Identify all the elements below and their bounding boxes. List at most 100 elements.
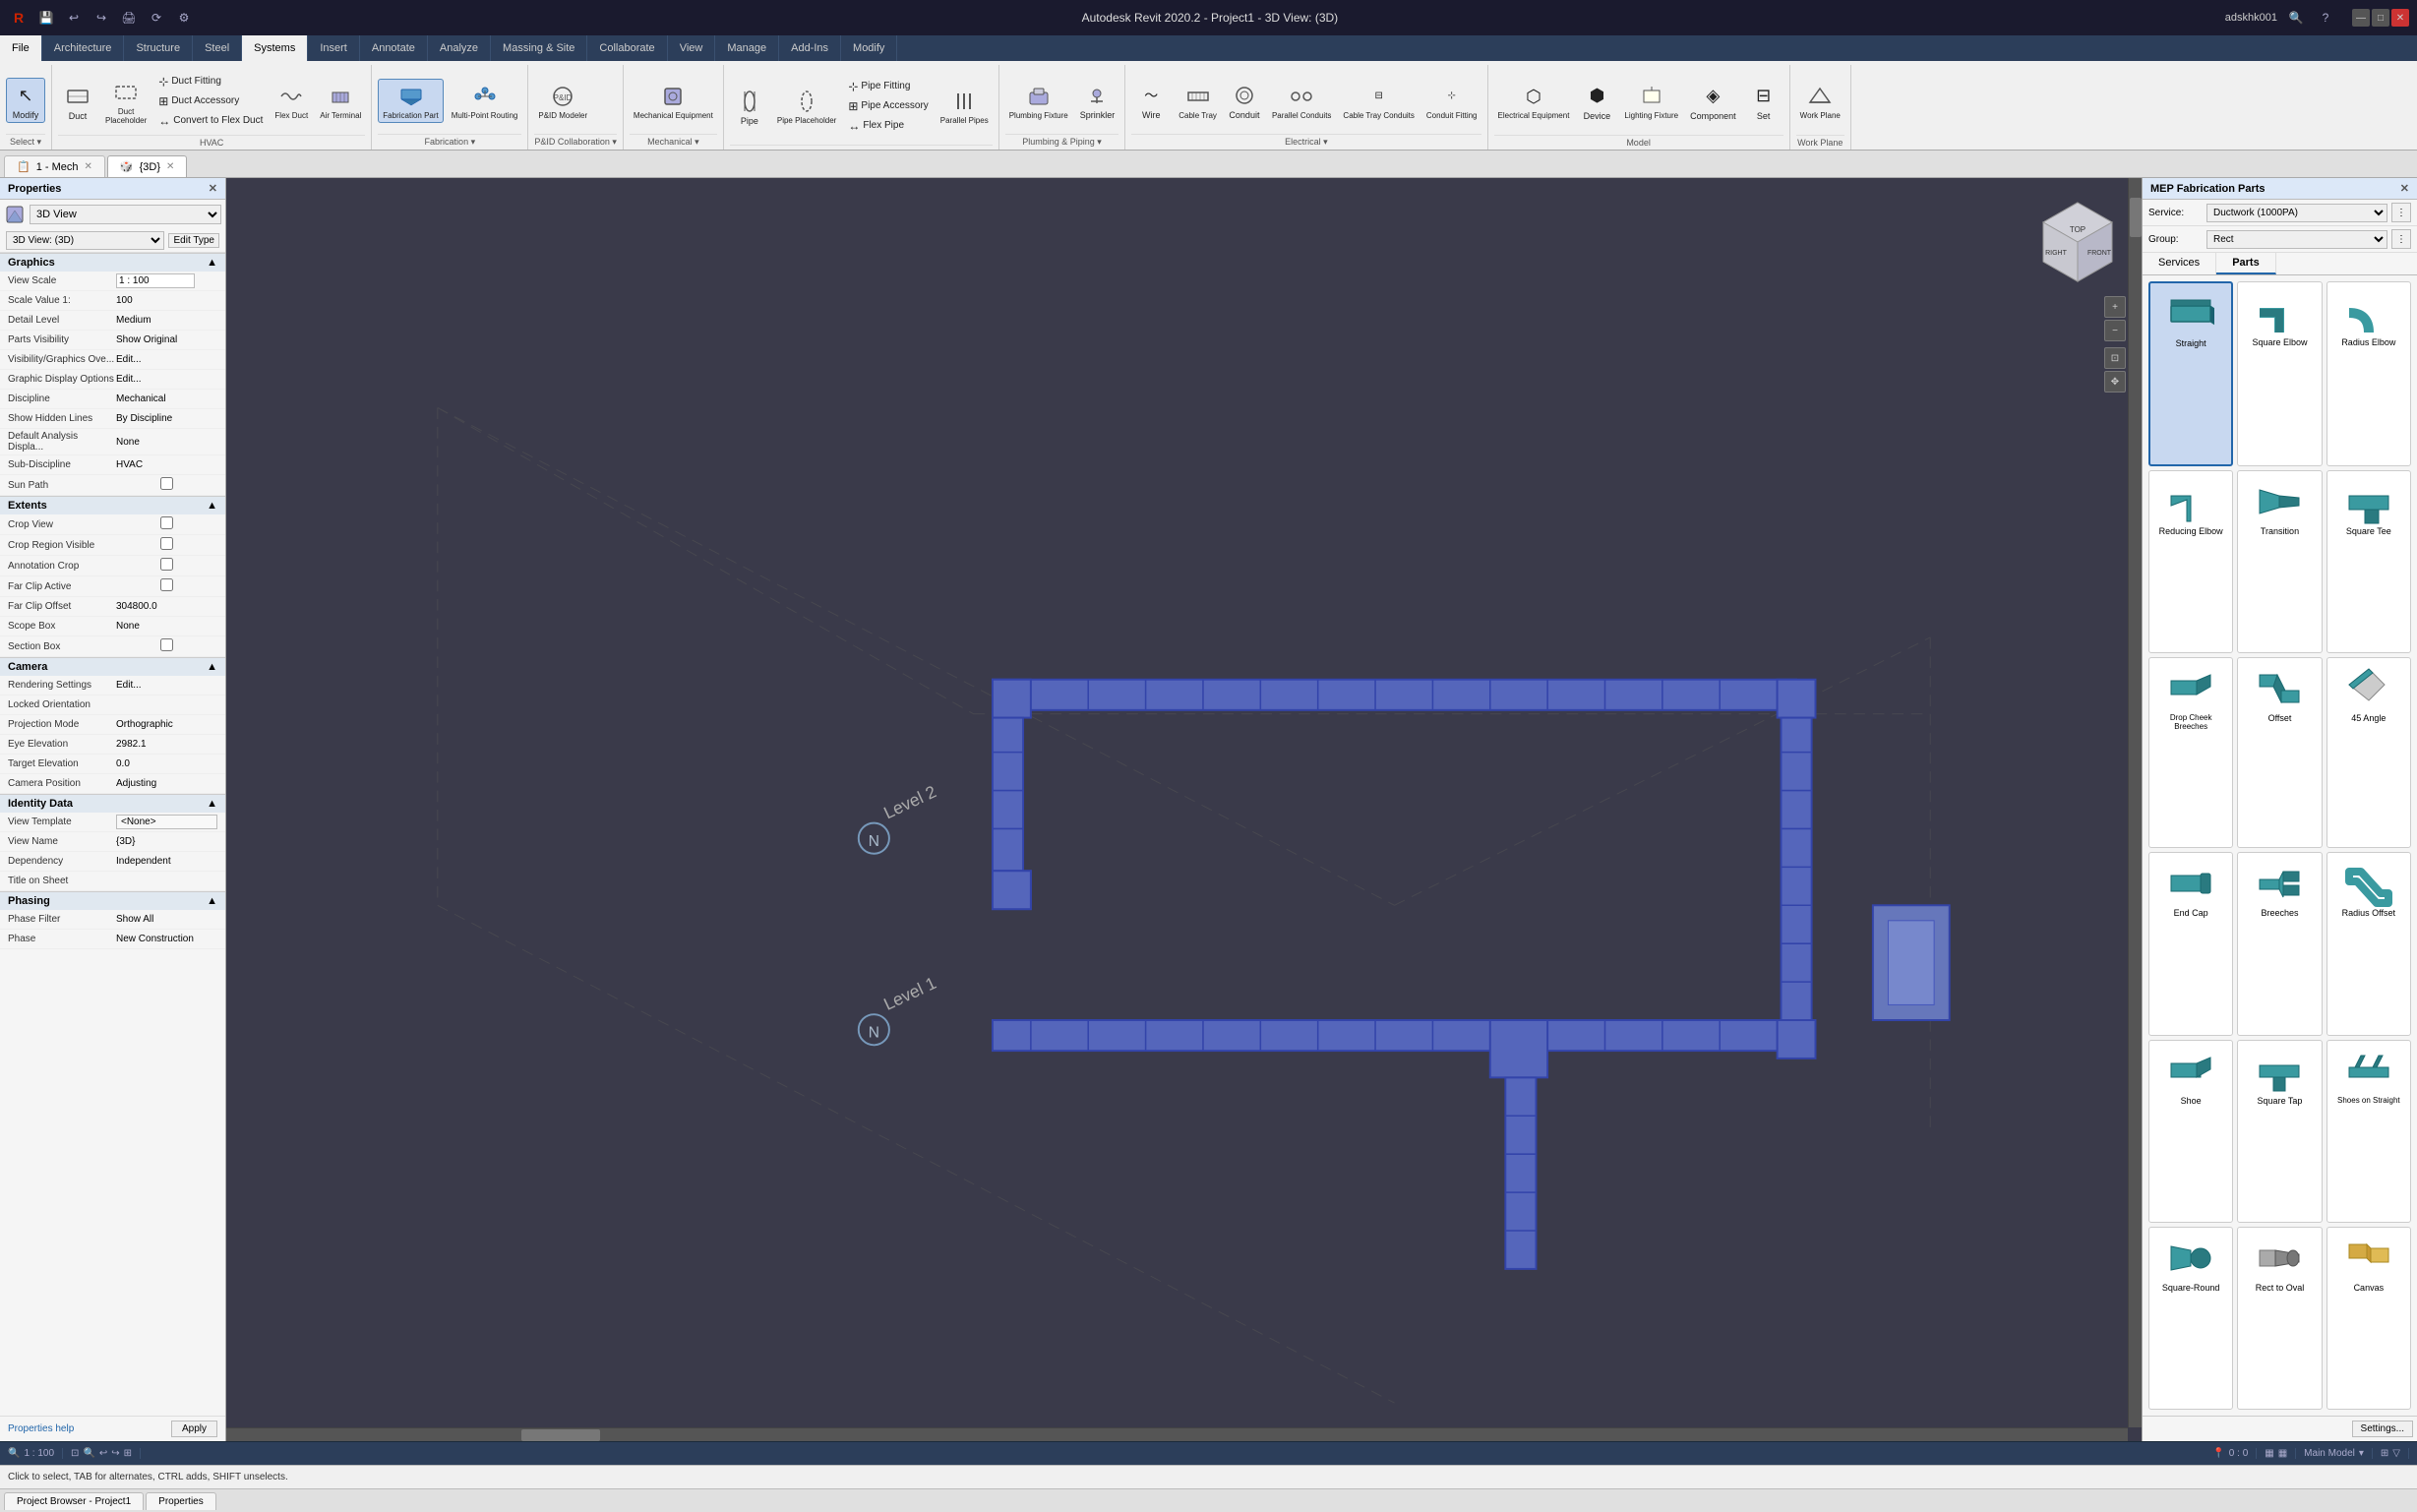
prop-section-extents-header[interactable]: Extents ▲ [0, 497, 225, 514]
tab-1-mech[interactable]: 📋 1 - Mech ✕ [4, 155, 105, 177]
tab-collaborate[interactable]: Collaborate [587, 35, 667, 61]
prop-section-camera-header[interactable]: Camera ▲ [0, 658, 225, 676]
sprinkler-btn[interactable]: Sprinkler [1076, 79, 1119, 122]
conduit-btn[interactable]: Conduit [1225, 79, 1264, 122]
parallel-conduits-btn[interactable]: Parallel Conduits [1268, 80, 1335, 122]
tab-3d[interactable]: 🎲 {3D} ✕ [107, 155, 188, 177]
mep-part-square-elbow[interactable]: Square Elbow [2237, 281, 2322, 466]
mep-tab-parts[interactable]: Parts [2216, 253, 2276, 274]
plumbing-fixture-btn[interactable]: Plumbing Fixture [1005, 80, 1072, 122]
workplane-btn[interactable]: Work Plane [1796, 80, 1844, 122]
far-clip-active-checkbox[interactable] [116, 578, 217, 591]
tab-analyze[interactable]: Analyze [428, 35, 491, 61]
nav-icon-2[interactable]: 🔍 [83, 1448, 94, 1459]
mep-tab-services[interactable]: Services [2143, 253, 2216, 274]
graphic-display-btn[interactable]: Edit... [116, 374, 217, 385]
properties-tab[interactable]: Properties [146, 1492, 216, 1510]
mep-group-btn[interactable]: ⋮ [2391, 229, 2411, 249]
mep-part-end-cap[interactable]: End Cap [2148, 852, 2233, 1035]
pipe-fitting-btn[interactable]: ⊹Pipe Fitting [844, 78, 932, 95]
settings-btn[interactable]: ⚙ [173, 7, 195, 29]
tab-modify[interactable]: Modify [841, 35, 897, 61]
convert-flex-btn[interactable]: ↔Convert to Flex Duct [154, 112, 267, 130]
crop-region-checkbox[interactable] [116, 537, 217, 550]
duct-btn[interactable]: Duct [58, 80, 97, 123]
parallel-pipes-btn[interactable]: Parallel Pipes [937, 85, 993, 127]
properties-help-link[interactable]: Properties help [8, 1423, 74, 1434]
far-clip-active-value[interactable] [116, 578, 217, 594]
rendering-settings-btn[interactable]: Edit... [116, 680, 217, 691]
mep-part-radius-elbow[interactable]: Radius Elbow [2326, 281, 2411, 466]
flex-pipe-btn[interactable]: ↔Flex Pipe [844, 117, 932, 135]
cable-tray-conduits-btn[interactable]: ⊟ Cable Tray Conduits [1339, 80, 1418, 122]
modify-btn[interactable]: ↖ Modify [6, 78, 45, 123]
mep-part-breeches[interactable]: Breeches [2237, 852, 2322, 1035]
pipe-placeholder-btn[interactable]: Pipe Placeholder [773, 85, 840, 127]
mep-part-45-angle[interactable]: 45 Angle [2326, 657, 2411, 848]
nav-icon-3[interactable]: ↩ [99, 1448, 107, 1459]
section-box-checkbox[interactable] [116, 638, 217, 651]
pipe-btn[interactable]: Pipe [730, 85, 769, 128]
tab-structure[interactable]: Structure [124, 35, 193, 61]
sun-path-value[interactable] [116, 477, 217, 493]
mep-panel-close[interactable]: ✕ [2400, 182, 2409, 195]
revit-logo[interactable]: R [8, 7, 30, 29]
viewport-scrollbar-v[interactable] [2128, 178, 2142, 1427]
flex-duct-btn[interactable]: Flex Duct [271, 80, 312, 122]
fabrication-part-btn[interactable]: Fabrication Part [378, 79, 443, 123]
component-btn[interactable]: ◈ Component [1686, 80, 1740, 123]
nav-icon-1[interactable]: ⊡ [71, 1448, 79, 1459]
paid-modeler-btn[interactable]: P&ID P&ID Modeler [534, 80, 591, 122]
viewport[interactable]: TOP FRONT RIGHT + − ⊡ ✥ [226, 178, 2142, 1441]
mep-part-shoes-on-straight[interactable]: Shoes on Straight [2326, 1040, 2411, 1223]
mep-settings-btn[interactable]: Settings... [2352, 1421, 2413, 1437]
section-box-value[interactable] [116, 638, 217, 654]
tab-systems[interactable]: Systems [242, 35, 308, 61]
pipe-accessory-btn[interactable]: ⊞Pipe Accessory [844, 97, 932, 115]
model-dropdown-icon[interactable]: ▾ [2359, 1448, 2364, 1459]
multipoint-routing-btn[interactable]: Multi-Point Routing [448, 80, 522, 122]
search-btn[interactable]: 🔍 [2285, 7, 2307, 29]
mep-part-reducing-elbow[interactable]: Reducing Elbow [2148, 470, 2233, 653]
close-btn[interactable]: ✕ [2391, 9, 2409, 27]
duct-accessory-btn[interactable]: ⊞Duct Accessory [154, 92, 267, 110]
device-btn[interactable]: ⬢ Device [1577, 80, 1616, 123]
view-scale-value[interactable] [116, 273, 217, 288]
tab-3d-close[interactable]: ✕ [166, 161, 174, 172]
tab-massing[interactable]: Massing & Site [491, 35, 587, 61]
mep-part-canvas[interactable]: Canvas [2326, 1227, 2411, 1410]
minimize-btn[interactable]: — [2352, 9, 2370, 27]
nav-icon-5[interactable]: ⊞ [124, 1448, 132, 1459]
viewport-scrollbar-h[interactable] [226, 1427, 2128, 1441]
mep-part-rect-to-oval[interactable]: Rect to Oval [2237, 1227, 2322, 1410]
redo-btn[interactable]: ↪ [91, 7, 112, 29]
view-template-value[interactable]: <None> [116, 815, 217, 829]
edit-type-btn[interactable]: Edit Type [168, 233, 219, 248]
scrollbar-v-thumb[interactable] [2130, 198, 2142, 237]
mep-service-btn[interactable]: ⋮ [2391, 203, 2411, 222]
crop-region-value[interactable] [116, 537, 217, 553]
wire-btn[interactable]: 〜 Wire [1131, 79, 1171, 122]
tab-addins[interactable]: Add-Ins [779, 35, 841, 61]
scrollbar-h-thumb[interactable] [521, 1429, 600, 1441]
mep-part-straight[interactable]: Straight [2148, 281, 2233, 466]
help-btn[interactable]: ? [2315, 7, 2336, 29]
mechanical-equipment-btn[interactable]: Mechanical Equipment [630, 80, 717, 122]
duct-placeholder-btn[interactable]: DuctPlaceholder [101, 76, 151, 127]
view-name-select[interactable]: 3D View: (3D) [6, 231, 164, 250]
tab-steel[interactable]: Steel [193, 35, 242, 61]
sync-btn[interactable]: ⟳ [146, 7, 167, 29]
mep-part-drop-cheek-breeches[interactable]: Drop Cheek Breeches [2148, 657, 2233, 848]
view-type-select[interactable]: 3D View [30, 205, 221, 224]
properties-close-btn[interactable]: ✕ [209, 182, 217, 195]
vg-overrides-btn[interactable]: Edit... [116, 354, 217, 365]
set-btn[interactable]: ⊟ Set [1744, 80, 1783, 123]
mep-part-offset[interactable]: Offset [2237, 657, 2322, 848]
sun-path-checkbox[interactable] [116, 477, 217, 490]
conduit-fitting-btn[interactable]: ⊹ Conduit Fitting [1422, 80, 1481, 122]
tab-manage[interactable]: Manage [715, 35, 779, 61]
lighting-fixture-btn[interactable]: Lighting Fixture [1620, 80, 1682, 122]
duct-fitting-btn[interactable]: ⊹Duct Fitting [154, 73, 267, 91]
maximize-btn[interactable]: □ [2372, 9, 2389, 27]
mep-part-square-tap[interactable]: Square Tap [2237, 1040, 2322, 1223]
